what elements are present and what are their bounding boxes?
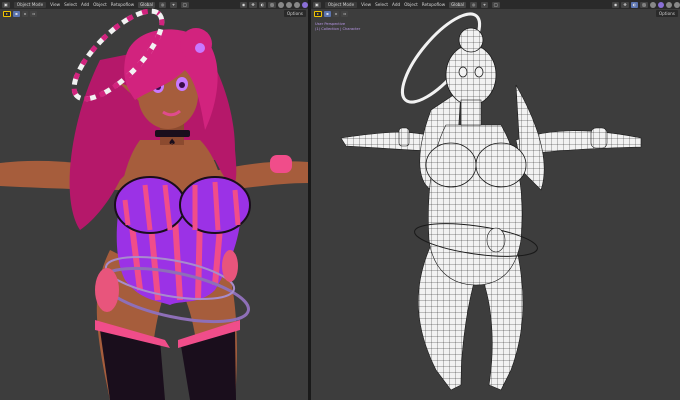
wire-hair-bun [458,27,484,53]
pupil-right [179,82,185,88]
viewport-rendered[interactable]: ▣ Object Mode View Select Add Object Ret… [0,0,308,400]
wire-chest-left [425,142,477,188]
choker [155,130,190,137]
wire-head [445,44,497,106]
hip-disc-left [95,268,119,312]
choker-spade-icon: ♠ [168,138,176,148]
wire-left-cuff [398,127,410,147]
hair-ornament [195,43,205,53]
wire-hip-disc [486,227,506,253]
wire-eye-right [474,66,484,78]
viewport-wireframe[interactable]: ▣ Object Mode View Select Add Object Ret… [311,0,680,400]
character-render: ♠ [0,8,308,400]
wire-eye-left [458,66,468,78]
wire-neck [460,99,482,126]
wire-right-cuff [590,127,608,149]
right-wrist-band [270,155,292,173]
hip-disc-right [222,250,238,282]
hair-bun [180,28,212,60]
wire-chest-right [475,142,527,188]
character-wireframe [340,12,642,391]
blender-window: ▣ Object Mode View Select Add Object Ret… [0,0,680,400]
